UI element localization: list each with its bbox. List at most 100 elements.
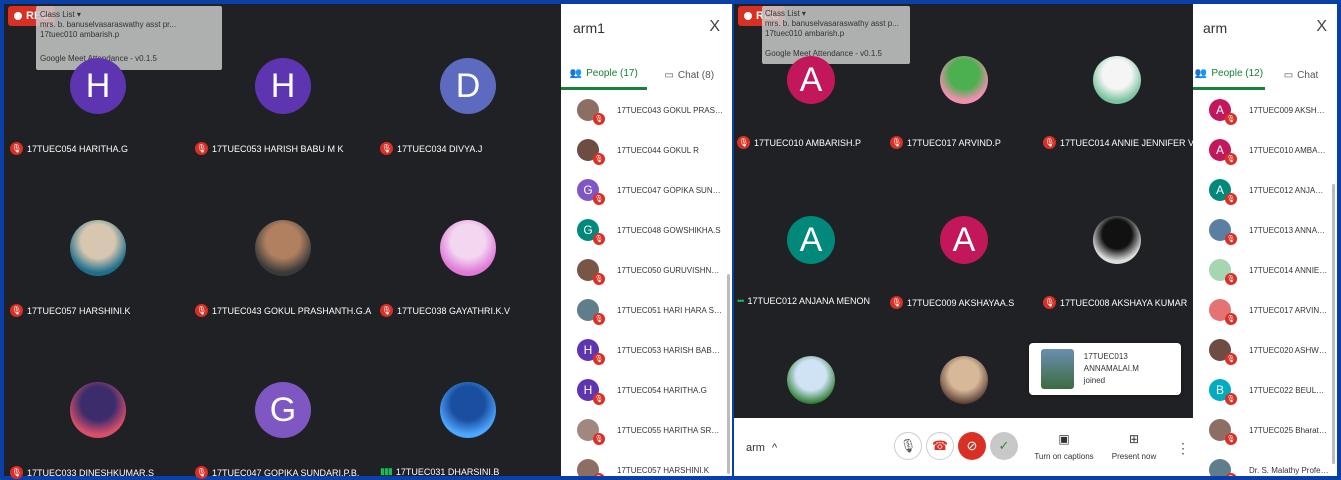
overlay-line: mrs. b. banuselvasaraswathy asst p...: [765, 19, 899, 28]
overlay-line: Class List ▾: [765, 9, 806, 18]
camera-button[interactable]: ⊘: [958, 432, 986, 460]
attendance-check-button[interactable]: ✓: [990, 432, 1018, 460]
more-options-icon[interactable]: ⋮: [1176, 440, 1190, 457]
participant-name-label: 🎙 17TUEC057 HARSHINI.K: [10, 304, 131, 317]
scrollbar[interactable]: [1332, 184, 1335, 464]
participant-photo: [787, 356, 835, 404]
participant-photo: [940, 356, 988, 404]
toast-status: joined: [1083, 376, 1106, 385]
participant-name: 17TUEC031 DHARSINI.B: [395, 466, 500, 477]
join-notification: 17TUEC013 ANNAMALAI.M joined: [1029, 343, 1181, 395]
participant-row[interactable]: 🎙 17TUEC055 HARITHA SREE S: [561, 410, 724, 450]
participant-row[interactable]: 🎙 17TUEC020 ASHWIN.K: [1193, 330, 1329, 370]
present-now-button[interactable]: ⊞ Present now: [1104, 432, 1164, 461]
microphone-button[interactable]: 🎙: [894, 432, 922, 460]
participant-list[interactable]: 🎙 17TUEC043 GOKUL PRASHAN... 🎙 17TUEC044 GO…: [561, 90, 724, 476]
participant-name: 17TUEC013 ANNAMALAI.M: [1249, 225, 1329, 235]
leave-call-button[interactable]: ☎: [926, 432, 954, 460]
participant-row[interactable]: 🎙 17TUEC051 HARI HARA SUDH...: [561, 290, 724, 330]
participant-row[interactable]: A🎙 17TUEC012 ANJANA MENON: [1193, 170, 1329, 210]
participant-photo: [255, 220, 311, 276]
panel-title: arm: [1203, 20, 1228, 36]
participant-list[interactable]: A🎙17TUEC009 AKSHAYAA.SA🎙17TUEC010 AMBARI…: [1193, 90, 1329, 476]
participant-row[interactable]: A🎙 17TUEC010 AMBARISH.P: [1193, 130, 1329, 170]
participant-row[interactable]: 🎙 17TUEC014 ANNIE JENNIFER V: [1193, 250, 1329, 290]
participant-name: 17TUEC043 GOKUL PRASHAN...: [617, 105, 724, 115]
present-label: Present now: [1111, 452, 1157, 461]
participant-row[interactable]: 🎙 17TUEC044 GOKUL R: [561, 130, 724, 170]
participant-name: 17TUEC020 ASHWIN.K: [1249, 345, 1329, 355]
meeting-details-button[interactable]: arm ^: [746, 442, 777, 454]
participant-row[interactable]: 🎙 17TUEC057 HARSHINI.K: [561, 450, 724, 476]
scrollbar[interactable]: [727, 274, 730, 474]
participant-name: 17TUEC043 GOKUL PRASHANTH.G.A: [212, 305, 372, 316]
mic-off-icon: 🎙: [1225, 273, 1237, 285]
participant-photo: [940, 56, 988, 104]
participant-name: 17TUEC009 AKSHAYAA.S: [1249, 105, 1329, 115]
participant-avatar: G 🎙: [577, 179, 605, 205]
tab-chat[interactable]: ▭ Chat (8): [647, 60, 733, 90]
participant-photo: [70, 382, 126, 438]
avatar-letter: A: [1215, 103, 1224, 117]
participant-row[interactable]: H 🎙 17TUEC053 HARISH BABU M K: [561, 330, 724, 370]
people-panel-right: arm X 👥 People (12) ▭ Chat A 🎙 17TUEC009 AKS…: [1193, 4, 1337, 476]
participant-avatar: 🎙: [577, 139, 605, 165]
tab-people[interactable]: 👥 People (12): [1193, 60, 1265, 90]
participant-avatar: 🎙: [1209, 339, 1237, 365]
participant-name: 17TUEC054 HARITHA.G: [617, 385, 707, 395]
panel-title: arm1: [573, 20, 605, 36]
participant-avatar: B 🎙: [1209, 379, 1237, 405]
attendance-extension-overlay[interactable]: Class List ▾ mrs. b. banuselvasaraswathy…: [762, 6, 910, 64]
participant-name-label: ••• 17TUEC012 ANJANA MENON: [737, 296, 870, 306]
mic-off-icon: 🎙: [737, 136, 750, 149]
participant-row[interactable]: G 🎙 17TUEC048 GOWSHIKHA.S: [561, 210, 724, 250]
participant-row[interactable]: 🎙 17TUEC013 ANNAMALAI.M: [1193, 210, 1329, 250]
tab-people[interactable]: 👥 People (17): [561, 60, 647, 90]
participant-avatar: G: [255, 382, 311, 438]
overlay-line: Google Meet Attendance - v0.1.5: [40, 54, 157, 63]
participant-name-label: 🎙 17TUEC008 AKSHAYA KUMAR: [1043, 296, 1187, 309]
tab-chat[interactable]: ▭ Chat: [1265, 60, 1337, 90]
participant-row[interactable]: B🎙 17TUEC022 BEULAH CAROLIN...: [1193, 370, 1329, 410]
participant-row[interactable]: 🎙 17TUEC017 ARVIND.P: [1193, 290, 1329, 330]
participant-row[interactable]: 🎙 17TUEC043 GOKUL PRASHAN...: [561, 90, 724, 130]
participant-row[interactable]: 🎙 17TUEC050 GURUVISHNU S: [561, 250, 724, 290]
close-panel-button[interactable]: X: [709, 18, 720, 36]
participant-name: 17TUEC014 ANNIE JENNIFER V: [1249, 265, 1329, 275]
tab-people-label: People (17): [586, 68, 638, 79]
participant-row[interactable]: 🎙 Dr. S. Malathy Professor ECE: [1193, 450, 1329, 476]
record-dot-icon: [744, 12, 752, 20]
participant-name: 17TUEC010 AMBARISH.P: [754, 137, 862, 148]
attendance-extension-overlay[interactable]: Class List ▾ mrs. b. banuselvasaraswathy…: [36, 6, 222, 70]
participant-avatar: 🎙: [577, 99, 605, 125]
mic-off-icon: 🎙: [890, 136, 903, 149]
participant-avatar: A: [940, 216, 988, 264]
mic-off-icon: 🎙: [1225, 473, 1237, 476]
participant-name: 17TUEC017 ARVIND.P: [1249, 305, 1329, 315]
participant-name: 17TUEC048 GOWSHIKHA.S: [617, 225, 721, 235]
participant-name: 17TUEC025 Bharathi G: [1249, 425, 1329, 435]
participant-avatar: H: [255, 58, 311, 114]
participant-row[interactable]: A🎙 17TUEC009 AKSHAYAA.S: [1193, 90, 1329, 130]
people-icon: 👥: [569, 68, 583, 79]
mic-off-icon: 🎙: [10, 466, 23, 479]
close-panel-button[interactable]: X: [1316, 18, 1327, 36]
avatar-letter: G: [583, 223, 593, 237]
participant-name: 17TUEC017 ARVIND.P: [907, 137, 1001, 148]
participant-name-label: 🎙 17TUEC009 AKSHAYAA.S: [890, 296, 1014, 309]
chevron-up-icon: ^: [772, 442, 778, 454]
mic-off-icon: 🎙: [593, 353, 605, 365]
participant-name: 17TUEC054 HARITHA.G: [27, 143, 129, 154]
participant-avatar: 🎙: [1209, 259, 1237, 285]
participant-row[interactable]: H 🎙 17TUEC054 HARITHA.G: [561, 370, 724, 410]
participant-name: 17TUEC034 DIVYA.J: [397, 143, 483, 154]
participant-row[interactable]: 🎙 17TUEC025 Bharathi G: [1193, 410, 1329, 450]
participant-avatar: 🎙: [1209, 219, 1237, 245]
mic-off-icon: 🎙: [593, 153, 605, 165]
captions-button[interactable]: ▣ Turn on captions: [1034, 432, 1094, 461]
participant-photo: [70, 220, 126, 276]
participant-name: 17TUEC008 AKSHAYA KUMAR: [1060, 297, 1188, 308]
participant-name: 17TUEC012 ANJANA MENON: [747, 296, 870, 306]
participant-name-label: 🎙 17TUEC047 GOPIKA SUNDARI.P.B.: [195, 466, 359, 479]
participant-row[interactable]: G🎙 17TUEC047 GOPIKA SUNDARI...: [561, 170, 724, 210]
